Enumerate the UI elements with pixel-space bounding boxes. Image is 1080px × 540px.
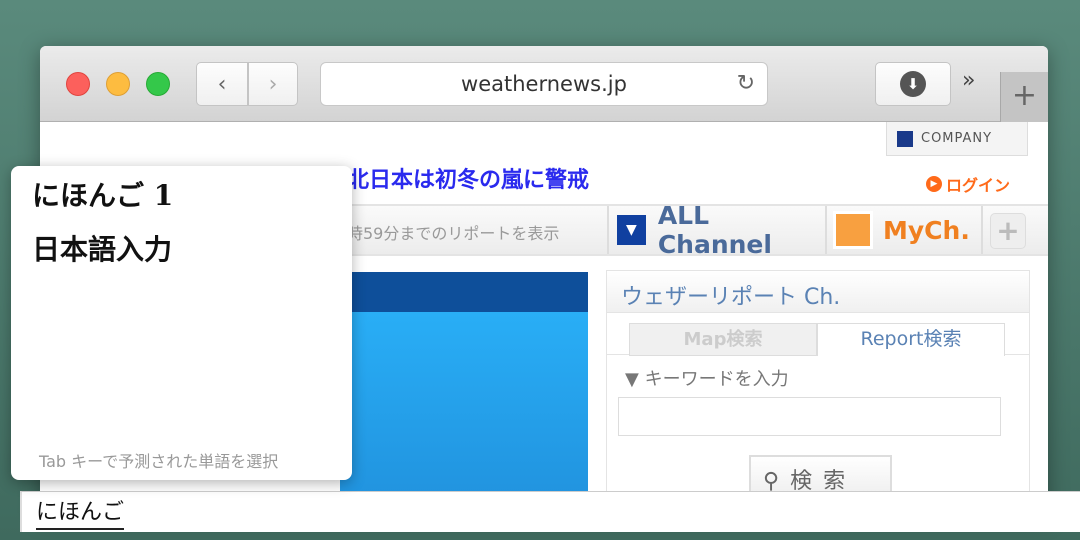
- tab-map-search[interactable]: Map検索: [629, 323, 817, 356]
- ime-candidate-window: にほんご 1 日本語入力 Tab キーで予測された単語を選択: [11, 166, 352, 480]
- candidate-item[interactable]: にほんご 1: [32, 174, 173, 214]
- toolbar: ‹ › weathernews.jp ↻ ⬇ » +: [40, 46, 1048, 122]
- composition-text: にほんご: [36, 494, 125, 530]
- candidate-item[interactable]: 日本語入力: [32, 228, 172, 268]
- play-icon: ▶: [926, 176, 942, 192]
- reload-icon[interactable]: ↻: [737, 71, 755, 96]
- new-tab-button[interactable]: +: [1000, 72, 1048, 122]
- login-link[interactable]: ▶ ログイン: [926, 172, 1010, 196]
- mych-tab[interactable]: MyCh.: [825, 206, 983, 254]
- keyword-input[interactable]: [618, 397, 1001, 436]
- download-icon: ⬇: [900, 71, 926, 97]
- headline-link[interactable]: 北日本は初冬の嵐に警戒: [347, 162, 589, 194]
- address-bar[interactable]: weathernews.jp ↻: [320, 62, 768, 106]
- login-label: ログイン: [946, 176, 1011, 195]
- chevron-left-icon: ‹: [217, 71, 227, 97]
- tv-icon: [833, 211, 873, 249]
- more-tabs-button[interactable]: »: [962, 68, 975, 93]
- candidate-hint: Tab キーで予測された単語を選択: [39, 452, 279, 471]
- dropdown-icon: ▼: [617, 215, 646, 245]
- weather-map-image[interactable]: [340, 272, 588, 516]
- company-link[interactable]: COMPANY: [886, 122, 1028, 156]
- url-text: weathernews.jp: [461, 72, 627, 96]
- weather-report-panel: ウェザーリポート Ch. Map検索 Report検索 ▼ キーワードを入力 ⚲…: [606, 270, 1030, 516]
- company-logo-icon: [897, 130, 913, 147]
- forward-button[interactable]: ›: [248, 62, 298, 106]
- downloads-button[interactable]: ⬇: [875, 62, 951, 106]
- back-button[interactable]: ‹: [196, 62, 248, 106]
- keyword-label: ▼ キーワードを入力: [625, 369, 789, 390]
- close-button[interactable]: [66, 72, 90, 96]
- ime-composition-bar[interactable]: にほんご: [20, 491, 1080, 532]
- panel-title: ウェザーリポート Ch.: [607, 271, 1029, 313]
- company-label: COMPANY: [921, 131, 993, 146]
- chevron-right-icon: ›: [268, 71, 278, 97]
- all-channel-tab[interactable]: ▼ ALL Channel: [607, 201, 825, 259]
- tab-report-search[interactable]: Report検索: [817, 323, 1005, 356]
- report-range-text: 時59分までのリポートを表示: [347, 224, 560, 243]
- zoom-button[interactable]: [146, 72, 170, 96]
- add-channel-button[interactable]: +: [990, 213, 1026, 249]
- minimize-button[interactable]: [106, 72, 130, 96]
- all-channel-label: ALL Channel: [657, 201, 772, 259]
- mych-label: MyCh.: [883, 215, 970, 245]
